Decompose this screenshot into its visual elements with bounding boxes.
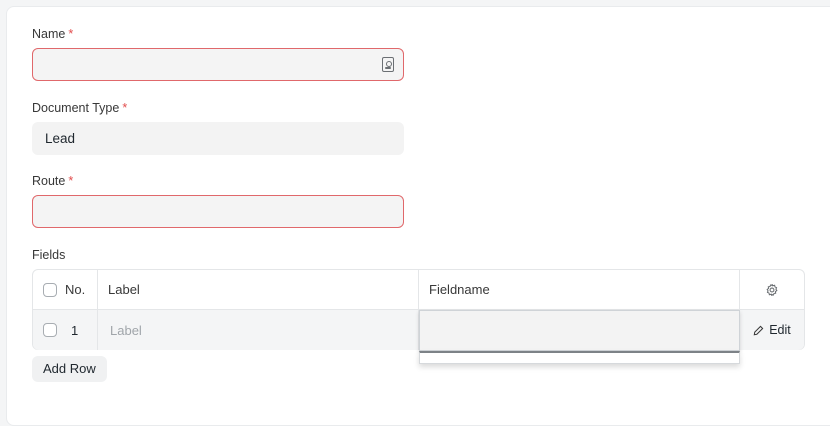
edit-label: Edit — [769, 323, 791, 337]
header-label-cell: Label — [98, 270, 419, 309]
header-settings-cell — [740, 270, 804, 309]
table-row[interactable]: 1 Label Edit — [33, 310, 804, 364]
name-label: Name * — [32, 27, 74, 41]
route-label: Route * — [32, 174, 74, 188]
row-no-cell: 1 — [33, 310, 98, 350]
grid-header-row: No. Label Fieldname — [33, 270, 804, 310]
label-placeholder: Label — [110, 322, 142, 338]
header-no: No. — [65, 282, 86, 297]
header-label: Label — [108, 282, 140, 297]
select-all-checkbox[interactable] — [43, 282, 57, 297]
pencil-icon — [753, 325, 764, 335]
header-no-cell: No. — [33, 270, 98, 309]
row-edit-cell: Edit — [740, 310, 804, 350]
edit-row-button[interactable]: Edit — [753, 323, 791, 337]
header-fieldname: Fieldname — [429, 282, 490, 297]
name-input[interactable] — [32, 48, 404, 81]
required-mark: * — [122, 101, 128, 115]
header-fieldname-cell: Fieldname — [419, 270, 740, 309]
contact-icon[interactable] — [382, 57, 394, 72]
row-number: 1 — [71, 322, 79, 338]
document-type-value: Lead — [45, 131, 76, 146]
gear-icon[interactable] — [765, 283, 779, 297]
row-label-cell[interactable]: Label — [98, 310, 419, 350]
document-type-label: Document Type * — [32, 101, 128, 115]
route-input[interactable] — [32, 195, 404, 228]
fields-section-label: Fields — [32, 248, 66, 262]
document-type-input[interactable]: Lead — [32, 122, 404, 155]
required-mark: * — [68, 174, 74, 188]
required-mark: * — [68, 27, 74, 41]
row-checkbox[interactable] — [43, 323, 57, 337]
row-fieldname-cell[interactable] — [419, 310, 740, 364]
fieldname-autocomplete-dropdown[interactable] — [419, 351, 740, 364]
add-row-button[interactable]: Add Row — [32, 356, 107, 382]
fieldname-input[interactable] — [419, 310, 740, 351]
fields-grid: No. Label Fieldname 1 Label Edit — [32, 269, 805, 364]
